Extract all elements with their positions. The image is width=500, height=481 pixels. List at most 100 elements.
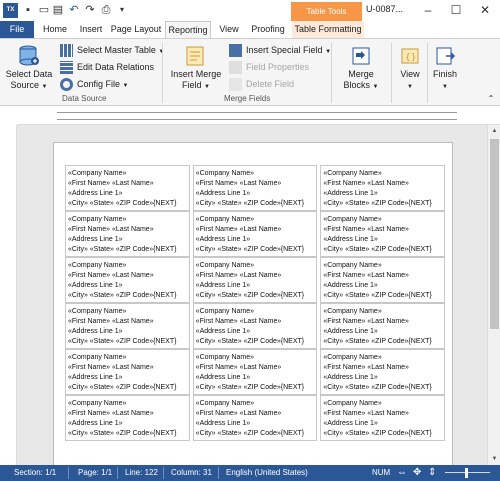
insert-merge-field-button[interactable]: Insert Merge Field ▼ xyxy=(167,45,225,93)
delete-field-label: Delete Field xyxy=(246,79,295,89)
minimize-button[interactable]: – xyxy=(418,2,438,19)
field-properties-button[interactable]: Field Properties xyxy=(229,59,309,75)
select-master-table-button[interactable]: Select Master Table ▼ xyxy=(60,42,164,58)
merge-field-line: «Company Name» xyxy=(323,354,382,361)
gear-icon xyxy=(60,78,73,92)
close-button[interactable]: ✕ xyxy=(475,2,495,19)
customize-toolbar-icon[interactable]: ▾ xyxy=(115,3,129,17)
merge-field-line: «City» «State» «ZIP Code»{NEXT} xyxy=(68,246,177,253)
scroll-down-icon[interactable]: ▼ xyxy=(488,453,500,465)
quick-access-icon[interactable]: ▤ xyxy=(51,3,65,17)
view-button[interactable]: {} View ▼ xyxy=(396,45,424,93)
label-cell[interactable]: «Company Name» «First Name» «Last Name» «A… xyxy=(320,395,446,441)
tab-home[interactable]: Home xyxy=(38,21,72,38)
status-language[interactable]: English (United States) xyxy=(226,465,308,481)
label-table[interactable]: «Company Name» «First Name» «Last Name» «A… xyxy=(65,165,446,441)
open-folder-icon[interactable]: ▭ xyxy=(37,3,51,17)
tab-table-formatting[interactable]: Table Formatting xyxy=(292,21,364,38)
tab-file[interactable]: File xyxy=(0,21,34,38)
merge-field-line: «Address Line 1» xyxy=(68,190,123,197)
label-cell[interactable]: «Company Name» «First Name» «Last Name» «A… xyxy=(192,395,318,441)
merge-field-line: «Address Line 1» xyxy=(323,420,378,427)
document-page[interactable]: «Company Name» «First Name» «Last Name» «A… xyxy=(53,142,453,465)
tab-proofing[interactable]: Proofing xyxy=(247,21,289,38)
label-cell[interactable]: «Company Name» «First Name» «Last Name» «A… xyxy=(192,211,318,257)
horizontal-ruler[interactable] xyxy=(17,106,500,125)
merge-field-line: «First Name» «Last Name» xyxy=(68,410,154,417)
relations-icon xyxy=(60,61,73,75)
merge-field-line: «City» «State» «ZIP Code»{NEXT} xyxy=(68,200,177,207)
merge-field-line: «City» «State» «ZIP Code»{NEXT} xyxy=(323,430,432,437)
tab-page-layout[interactable]: Page Layout xyxy=(110,21,162,38)
undo-icon[interactable]: ↶ xyxy=(67,3,81,17)
label-cell[interactable]: «Company Name» «First Name» «Last Name» «A… xyxy=(65,395,190,441)
vertical-scrollbar[interactable]: ▲ ▼ xyxy=(487,125,500,465)
merge-field-line: «City» «State» «ZIP Code»{NEXT} xyxy=(195,430,305,437)
redo-icon[interactable]: ↷ xyxy=(83,3,97,17)
zoom-slider-thumb[interactable] xyxy=(465,468,468,478)
merge-field-line: «First Name» «Last Name» xyxy=(323,226,409,233)
status-separator xyxy=(218,467,219,479)
label-cell[interactable]: «Company Name» «First Name» «Last Name» «A… xyxy=(192,303,318,349)
label-cell[interactable]: «Company Name» «First Name» «Last Name» «A… xyxy=(320,303,446,349)
label-cell[interactable]: «Company Name» «First Name» «Last Name» «A… xyxy=(320,257,446,303)
merge-field-line: «Company Name» xyxy=(68,308,127,315)
label-cell[interactable]: «Company Name» «First Name» «Last Name» «A… xyxy=(320,211,446,257)
merge-blocks-button[interactable]: Merge Blocks ▼ xyxy=(337,45,385,93)
save-icon[interactable]: ▪ xyxy=(21,3,35,17)
merge-field-line: «City» «State» «ZIP Code»{NEXT} xyxy=(195,338,305,345)
label-row: «Company Name» «First Name» «Last Name» «A… xyxy=(65,211,446,257)
label-cell[interactable]: «Company Name» «First Name» «Last Name» «A… xyxy=(192,257,318,303)
label-cell[interactable]: «Company Name» «First Name» «Last Name» «A… xyxy=(192,349,318,395)
label-cell[interactable]: «Company Name» «First Name» «Last Name» «A… xyxy=(65,303,190,349)
scroll-up-icon[interactable]: ▲ xyxy=(488,125,500,137)
tab-insert[interactable]: Insert xyxy=(75,21,107,38)
merge-field-line: «Address Line 1» xyxy=(195,236,251,243)
merge-field-line: «First Name» «Last Name» xyxy=(323,318,409,325)
label-cell[interactable]: «Company Name» «First Name» «Last Name» «A… xyxy=(65,257,190,303)
status-separator xyxy=(68,467,69,479)
merge-field-line: «City» «State» «ZIP Code»{NEXT} xyxy=(68,292,177,299)
merge-field-line: «City» «State» «ZIP Code»{NEXT} xyxy=(68,338,177,345)
label-cell[interactable]: «Company Name» «First Name» «Last Name» «A… xyxy=(65,165,190,211)
chevron-down-icon: ▼ xyxy=(41,84,48,90)
merge-field-line: «First Name» «Last Name» xyxy=(68,318,154,325)
merge-blocks-icon xyxy=(352,47,370,65)
collapse-ribbon-icon[interactable]: ⌃ xyxy=(486,93,496,104)
zoom-move-icon[interactable]: ✥ xyxy=(413,465,421,481)
merge-field-line: «City» «State» «ZIP Code»{NEXT} xyxy=(323,338,432,345)
vertical-ruler[interactable] xyxy=(0,125,17,465)
merge-field-line: «Address Line 1» xyxy=(323,190,378,197)
merge-field-line: «First Name» «Last Name» xyxy=(323,410,409,417)
select-data-source-button[interactable]: Select Data Source ▼ xyxy=(4,45,54,93)
label-cell[interactable]: «Company Name» «First Name» «Last Name» «A… xyxy=(320,165,446,211)
insert-special-field-button[interactable]: Insert Special Field ▼ xyxy=(229,42,331,58)
delete-field-button[interactable]: Delete Field xyxy=(229,76,294,92)
document-canvas[interactable]: «Company Name» «First Name» «Last Name» «A… xyxy=(17,125,487,465)
view-fields-icon: {} xyxy=(401,48,419,64)
tab-reporting[interactable]: Reporting xyxy=(165,21,211,38)
tab-view[interactable]: View xyxy=(214,21,244,38)
chevron-down-icon: ▼ xyxy=(204,84,210,90)
scrollbar-thumb[interactable] xyxy=(490,139,499,329)
config-file-button[interactable]: Config File ▼ xyxy=(60,76,129,92)
merge-field-line: «City» «State» «ZIP Code»{NEXT} xyxy=(323,384,432,391)
edit-data-relations-button[interactable]: Edit Data Relations xyxy=(60,59,154,75)
merge-field-line: «Address Line 1» xyxy=(323,282,378,289)
zoom-fit-icon[interactable]: ⇕ xyxy=(428,465,436,481)
finish-button[interactable]: Finish ▼ xyxy=(431,45,459,93)
label-cell[interactable]: «Company Name» «First Name» «Last Name» «A… xyxy=(192,165,318,211)
zoom-options-icon[interactable]: ⇔ xyxy=(397,465,407,481)
print-icon[interactable]: ⎙ xyxy=(99,3,113,17)
chevron-down-icon: ▼ xyxy=(122,83,129,89)
merge-field-line: «Company Name» xyxy=(195,216,255,223)
window-title: U-0087... xyxy=(366,4,404,14)
database-icon xyxy=(19,45,39,66)
label-cell[interactable]: «Company Name» «First Name» «Last Name» «A… xyxy=(65,349,190,395)
merge-field-line: «Company Name» xyxy=(323,170,382,177)
merge-field-line: «Address Line 1» xyxy=(323,328,378,335)
label-cell[interactable]: «Company Name» «First Name» «Last Name» «A… xyxy=(320,349,446,395)
label-cell[interactable]: «Company Name» «First Name» «Last Name» «A… xyxy=(65,211,190,257)
merge-field-line: «Company Name» xyxy=(68,400,127,407)
maximize-button[interactable]: ☐ xyxy=(446,2,466,19)
